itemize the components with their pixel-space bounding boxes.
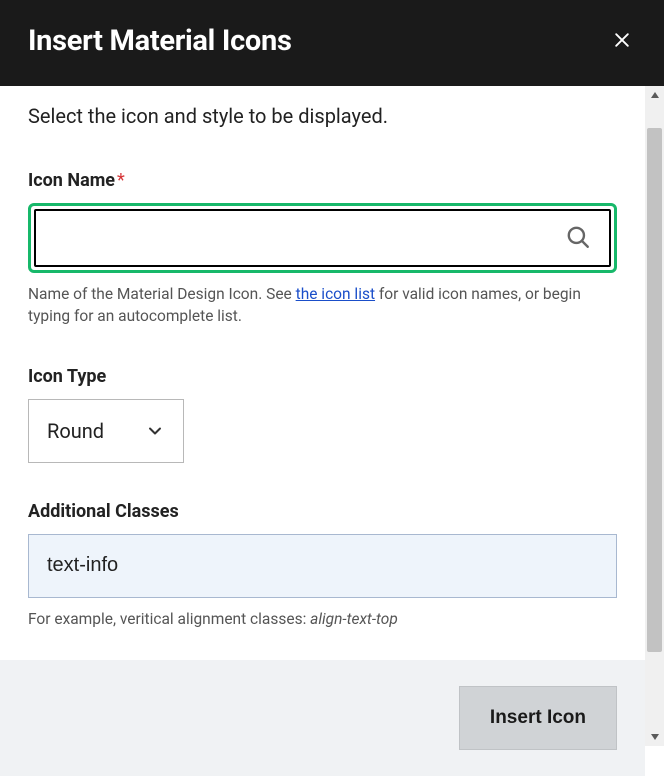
icon-name-focus-ring <box>28 203 617 273</box>
icon-name-label: Icon Name* <box>28 170 617 191</box>
dialog-footer: Insert Icon <box>0 660 645 776</box>
field-icon-type: Icon Type Round <box>28 366 617 463</box>
scroll-down-button[interactable] <box>645 728 664 746</box>
field-icon-name: Icon Name* Name of the Material Design I… <box>28 170 617 328</box>
dialog-subtitle: Select the icon and style to be displaye… <box>28 104 617 128</box>
dialog-content: Select the icon and style to be displaye… <box>0 86 645 746</box>
close-icon <box>612 30 632 53</box>
icon-list-link[interactable]: the icon list <box>296 285 375 303</box>
icon-type-label: Icon Type <box>28 366 617 387</box>
icon-type-value: Round <box>47 419 145 443</box>
chevron-down-icon <box>145 421 165 441</box>
scrollbar[interactable] <box>645 86 664 746</box>
field-additional-classes: Additional Classes For example, veritica… <box>28 501 617 630</box>
scroll-up-button[interactable] <box>645 86 664 104</box>
dialog-header: Insert Material Icons <box>0 0 664 86</box>
required-indicator: * <box>117 170 125 191</box>
icon-name-search-button[interactable] <box>561 220 595 257</box>
additional-classes-help: For example, veritical alignment classes… <box>28 608 617 630</box>
insert-icon-button[interactable]: Insert Icon <box>459 686 617 750</box>
scroll-track[interactable] <box>645 104 664 728</box>
icon-name-input[interactable] <box>50 211 561 265</box>
dialog-title: Insert Material Icons <box>28 24 292 58</box>
close-button[interactable] <box>608 26 636 57</box>
search-icon <box>565 224 591 253</box>
icon-name-help: Name of the Material Design Icon. See th… <box>28 283 617 328</box>
icon-name-input-wrap <box>34 209 611 267</box>
additional-classes-input[interactable] <box>28 534 617 598</box>
additional-classes-label: Additional Classes <box>28 501 617 522</box>
icon-type-select[interactable]: Round <box>28 399 184 463</box>
dialog-body: Select the icon and style to be displaye… <box>0 86 645 660</box>
scroll-thumb[interactable] <box>647 128 662 652</box>
